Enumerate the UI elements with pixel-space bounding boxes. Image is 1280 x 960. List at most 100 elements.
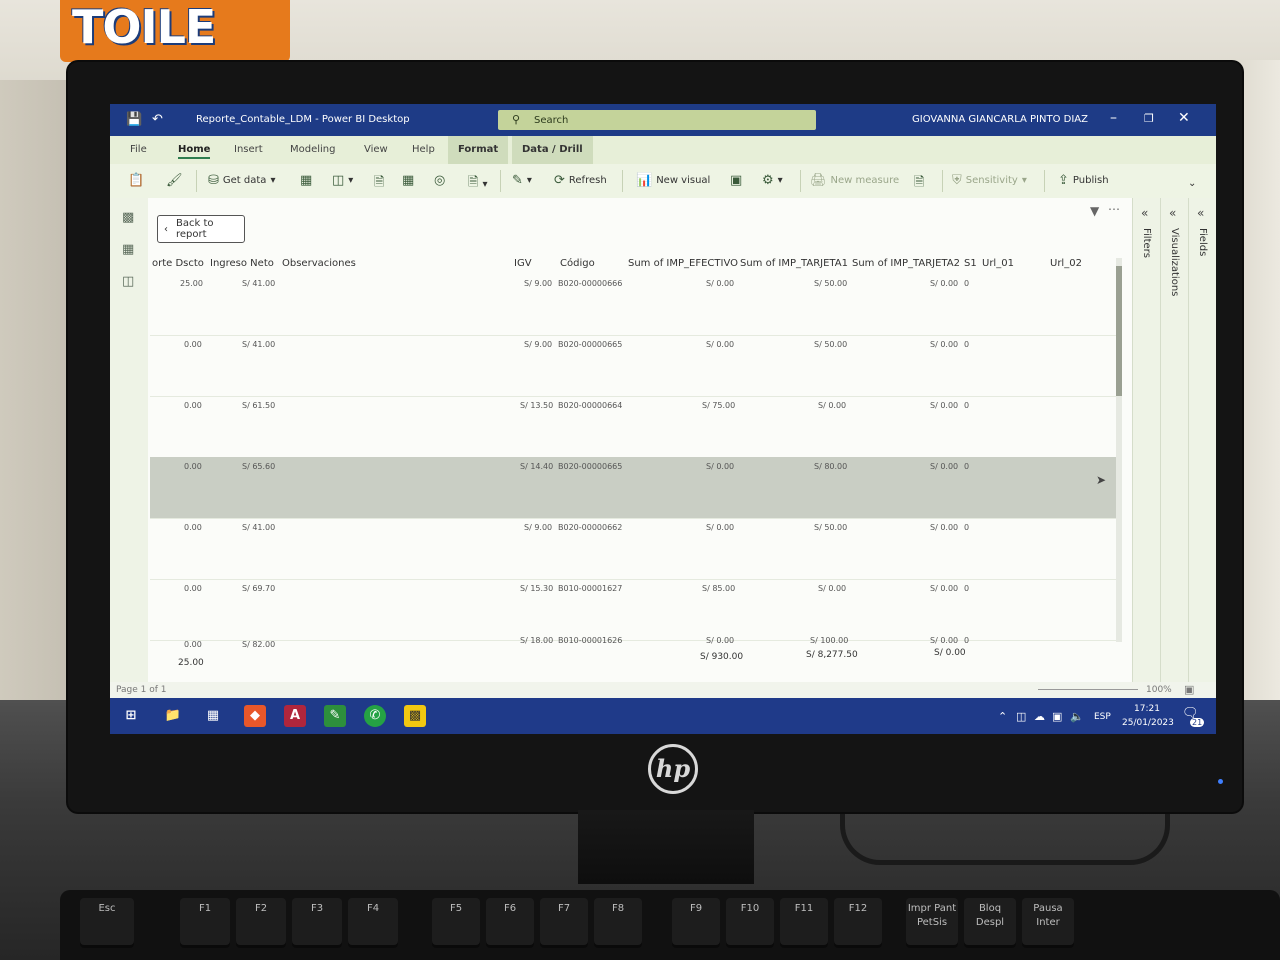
data-view-icon[interactable]: ▦ [122, 242, 134, 257]
menu-help[interactable]: Help [412, 144, 435, 155]
chevron-left-icon[interactable]: « [1197, 206, 1204, 220]
model-view-icon[interactable]: ◫ [122, 274, 134, 289]
new-measure-button[interactable]: 🖨 New measure [810, 173, 899, 188]
key-f6[interactable]: F6 [486, 898, 534, 948]
brave-browser-icon[interactable]: ◆ [244, 705, 266, 727]
quick-measure-button[interactable]: 🗎 [914, 173, 924, 195]
key-f3[interactable]: F3 [292, 898, 342, 948]
battery-icon[interactable]: ◫ [1016, 710, 1026, 723]
vertical-scroll-thumb[interactable] [1116, 266, 1122, 396]
col-header-codigo[interactable]: Código [560, 258, 595, 269]
refresh-button[interactable]: ⟳ Refresh [554, 173, 607, 188]
key-pause[interactable]: Pausa Inter [1022, 898, 1074, 948]
key-f11[interactable]: F11 [780, 898, 828, 948]
search-input[interactable]: ⚲ Search [498, 110, 816, 130]
key-f4[interactable]: F4 [348, 898, 398, 948]
table-row[interactable]: 25.00 S/ 41.00 S/ 9.00 B020-00000666 S/ … [150, 274, 1118, 336]
onelake-button[interactable]: ◫ ▾ [332, 173, 353, 188]
transform-button[interactable]: ✎ ▾ [512, 173, 532, 188]
windows-start-icon[interactable]: ⊞ [120, 705, 142, 727]
sql-button[interactable]: 🗎 [374, 173, 384, 195]
table-row[interactable]: 0.00 S/ 82.00 S/ 18.00 B010-00001626 S/ … [150, 636, 1118, 649]
volume-icon[interactable]: 🔈 [1070, 710, 1084, 723]
undo-icon[interactable]: ↶ [152, 112, 163, 127]
menu-file[interactable]: File [130, 144, 147, 155]
recent-sources-button[interactable]: 🗎 ▾ [468, 173, 487, 195]
menu-insert[interactable]: Insert [234, 144, 263, 155]
format-painter-button[interactable]: 🖌 [166, 173, 183, 188]
col-header-tarjeta2[interactable]: Sum of IMP_TARJETA2 [852, 258, 960, 269]
more-visuals-button[interactable]: ⚙ ▾ [762, 173, 783, 188]
fit-page-icon[interactable]: ▣ [1184, 683, 1194, 696]
chevron-left-icon[interactable]: « [1169, 206, 1176, 220]
table-row[interactable]: 0.00 S/ 61.50 S/ 13.50 B020-00000664 S/ … [150, 396, 1118, 458]
zoom-slider[interactable] [1038, 689, 1138, 690]
close-icon[interactable]: ✕ [1178, 110, 1190, 126]
get-data-button[interactable]: ⛁ Get data ▾ [208, 173, 275, 188]
key-f9[interactable]: F9 [672, 898, 720, 948]
app-icon[interactable]: ✎ [324, 705, 346, 727]
key-print-screen[interactable]: Impr Pant PetSis [906, 898, 958, 948]
tab-data-drill[interactable]: Data / Drill [512, 136, 593, 164]
key-f8[interactable]: F8 [594, 898, 642, 948]
excel-button[interactable]: ▦ [300, 173, 312, 188]
col-header-observaciones[interactable]: Observaciones [282, 258, 356, 269]
col-header-url01[interactable]: Url_01 [982, 258, 1014, 269]
ribbon-collapse-button[interactable]: ⌄ [1188, 178, 1196, 189]
enter-data-button[interactable]: ▦ [402, 173, 414, 188]
col-header-efectivo[interactable]: Sum of IMP_EFECTIVO [628, 258, 738, 269]
publish-button[interactable]: ⇪ Publish [1058, 173, 1109, 188]
key-f5[interactable]: F5 [432, 898, 480, 948]
col-header-dscto[interactable]: orte Dscto [152, 258, 204, 269]
access-icon[interactable]: A [284, 705, 306, 727]
table-row[interactable]: 0.00 S/ 41.00 S/ 9.00 B020-00000665 S/ 0… [150, 335, 1118, 397]
table-row[interactable]: 0.00 S/ 41.00 S/ 9.00 B020-00000662 S/ 0… [150, 518, 1118, 580]
minimize-icon[interactable]: – [1110, 110, 1117, 126]
restore-icon[interactable]: ❐ [1144, 112, 1154, 125]
key-f12[interactable]: F12 [834, 898, 882, 948]
table-row-selected[interactable]: 0.00 S/ 65.60 S/ 14.40 B020-00000665 S/ … [150, 457, 1118, 519]
clock-date[interactable]: 25/01/2023 [1122, 718, 1174, 728]
store-icon[interactable]: ▦ [202, 705, 224, 727]
report-view-icon[interactable]: ▩ [122, 210, 134, 225]
network-icon[interactable]: ▣ [1052, 710, 1062, 723]
filter-icon[interactable]: ▼ [1090, 204, 1099, 218]
file-explorer-icon[interactable]: 📁 [162, 705, 184, 727]
tab-format[interactable]: Format [448, 136, 509, 164]
save-icon[interactable]: 💾 [126, 112, 142, 127]
whatsapp-icon[interactable]: ✆ [364, 705, 386, 727]
col-header-url02[interactable]: Url_02 [1050, 258, 1082, 269]
clock-time[interactable]: 17:21 [1134, 704, 1160, 714]
zoom-level[interactable]: 100% [1146, 685, 1172, 695]
back-to-report-button[interactable]: ‹ Back to report [157, 215, 245, 243]
power-bi-icon[interactable]: ▩ [404, 705, 426, 727]
paste-button[interactable]: 📋 [128, 173, 144, 188]
col-header-s1[interactable]: S1 [964, 258, 977, 269]
user-name[interactable]: GIOVANNA GIANCARLA PINTO DIAZ [912, 114, 1088, 125]
col-header-tarjeta1[interactable]: Sum of IMP_TARJETA1 [740, 258, 848, 269]
menu-view[interactable]: View [364, 144, 388, 155]
dataverse-button[interactable]: ◎ [434, 173, 445, 188]
chevron-left-icon[interactable]: « [1141, 206, 1148, 220]
table-row[interactable]: 0.00 S/ 69.70 S/ 15.30 B010-00001627 S/ … [150, 579, 1118, 641]
new-visual-button[interactable]: 📊 New visual [636, 173, 710, 188]
key-f7[interactable]: F7 [540, 898, 588, 948]
menu-home[interactable]: Home [178, 144, 211, 159]
chevron-up-icon[interactable]: ⌃ [998, 710, 1007, 723]
key-f10[interactable]: F10 [726, 898, 774, 948]
key-f1[interactable]: F1 [180, 898, 230, 948]
col-header-ingreso[interactable]: Ingreso Neto [210, 258, 274, 269]
text-box-button[interactable]: ▣ [730, 173, 742, 188]
visualizations-pane[interactable]: « Visualizations [1160, 198, 1189, 684]
menu-modeling[interactable]: Modeling [290, 144, 336, 155]
key-esc[interactable]: Esc [80, 898, 134, 948]
language-indicator[interactable]: ESP [1094, 712, 1111, 722]
key-scroll-lock[interactable]: Bloq Despl [964, 898, 1016, 948]
more-options-icon[interactable]: ⋯ [1108, 202, 1120, 216]
key-f2[interactable]: F2 [236, 898, 286, 948]
cloud-icon[interactable]: ☁ [1034, 710, 1045, 723]
sensitivity-button[interactable]: ⛨ Sensitivity ▾ [952, 173, 1027, 188]
col-header-igv[interactable]: IGV [514, 258, 532, 269]
filters-pane[interactable]: « Filters [1132, 198, 1161, 684]
fields-pane[interactable]: « Fields [1188, 198, 1216, 684]
